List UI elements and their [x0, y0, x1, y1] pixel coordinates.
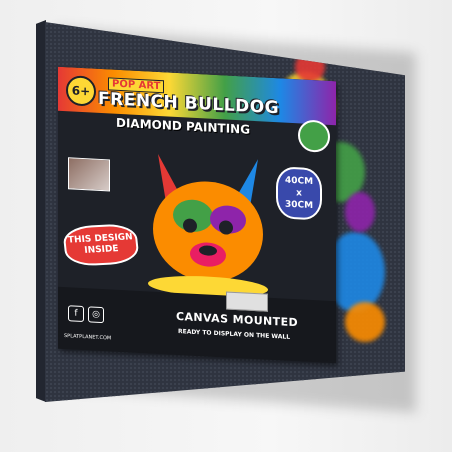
paint-splash-purple	[345, 192, 375, 232]
design-inside-badge: THIS DESIGN INSIDE	[62, 223, 140, 267]
size-height: 30CM	[284, 199, 314, 212]
product-box: 6+ POP ART FRENCH BULLDOG DIAMOND PAINTI…	[58, 66, 336, 364]
facebook-icon: f	[68, 305, 84, 323]
paint-splash-orange	[345, 302, 385, 342]
mascot-icon	[298, 119, 330, 153]
design-line-2: INSIDE	[83, 244, 120, 256]
french-bulldog-illustration	[148, 153, 268, 298]
instagram-icon: ◎	[88, 306, 104, 324]
hand-photo-thumbnail	[68, 157, 110, 192]
mini-canvas-icon	[226, 291, 268, 312]
size-badge: 40CM x 30CM	[276, 166, 322, 221]
age-badge: 6+	[66, 75, 96, 107]
canvas-side-edge	[36, 20, 46, 402]
